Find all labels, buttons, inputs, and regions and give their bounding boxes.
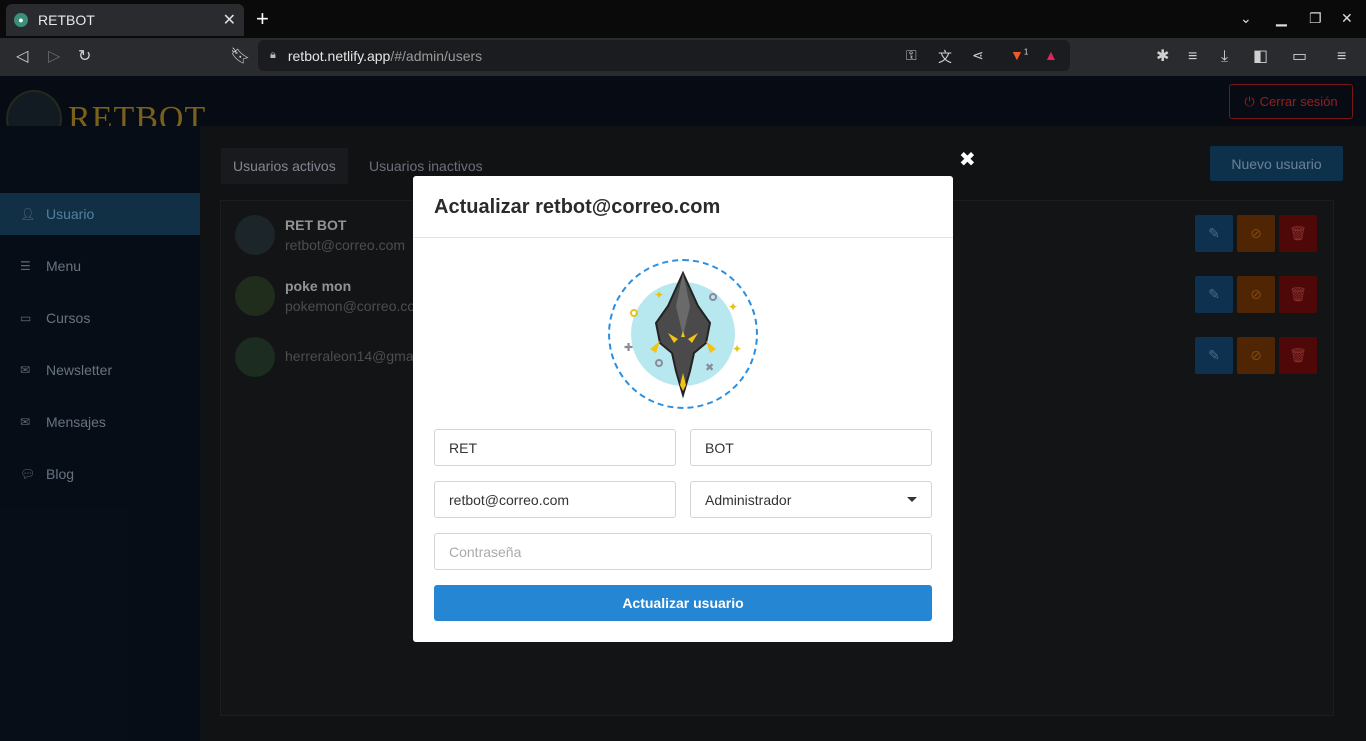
brave-shields-icon[interactable]: ▼1 — [1010, 47, 1028, 63]
chevron-down-icon — [907, 497, 917, 502]
modal-header: Actualizar retbot@correo.com — [413, 176, 953, 238]
playlist-icon[interactable]: ≡ — [1188, 47, 1197, 67]
reload-icon[interactable]: ↻ — [78, 47, 91, 67]
window-close-icon[interactable]: ✕ — [1341, 10, 1353, 27]
back-icon[interactable]: ◁ — [16, 47, 28, 67]
url-path: /#/admin/users — [390, 47, 483, 64]
close-icon[interactable]: ✖ — [959, 147, 976, 172]
close-tab-icon[interactable]: ✕ — [223, 10, 236, 30]
svg-text:✦: ✦ — [728, 300, 738, 314]
maximize-icon[interactable]: ❐ — [1309, 10, 1322, 27]
bookmark-icon[interactable]: 🔖︎ — [230, 47, 250, 67]
minimize-icon[interactable]: ▁ — [1276, 10, 1287, 27]
key-icon[interactable]: ⚿ — [906, 47, 917, 64]
browser-tabbar: ● RETBOT ✕ + ⌄ ▁ ❐ ✕ — [0, 0, 1366, 38]
modal-title: Actualizar retbot@correo.com — [434, 196, 721, 218]
first-name-field[interactable]: RET — [434, 429, 676, 466]
svg-text:✚: ✚ — [624, 342, 633, 354]
browser-tab[interactable]: ● RETBOT ✕ — [6, 4, 244, 36]
favicon-icon: ● — [14, 13, 28, 27]
wallet-icon[interactable]: ▭ — [1292, 47, 1307, 67]
last-name-field[interactable]: BOT — [690, 429, 932, 466]
address-bar[interactable]: 🔒︎ retbot.netlify.app/#/admin/users ⚿ 文 … — [258, 40, 1070, 71]
role-select[interactable]: Administrador — [690, 481, 932, 518]
edit-user-modal: Actualizar retbot@correo.com ✦ ✦ ✦ ✚ ✖ R… — [413, 176, 953, 642]
url-host: retbot.netlify.app — [287, 47, 391, 64]
svg-text:✦: ✦ — [654, 288, 664, 302]
tab-title: RETBOT — [38, 12, 95, 28]
extensions-icon[interactable]: ✱ — [1156, 47, 1169, 67]
robot-avatar-icon: ✦ ✦ ✦ ✚ ✖ — [624, 270, 742, 399]
avatar-upload[interactable]: ✦ ✦ ✦ ✚ ✖ — [608, 259, 758, 409]
tab-search-icon[interactable]: ⌄ — [1240, 10, 1252, 27]
email-field[interactable]: retbot@correo.com — [434, 481, 676, 518]
svg-text:✖: ✖ — [705, 362, 714, 374]
new-tab-icon[interactable]: + — [256, 8, 269, 30]
download-icon[interactable]: ⤓ — [1221, 47, 1228, 67]
share-icon[interactable]: ⋖ — [972, 47, 984, 64]
password-field[interactable]: Contraseña — [434, 533, 932, 570]
role-select-value: Administrador — [705, 491, 792, 508]
shields-badge: 1 — [1023, 47, 1029, 57]
svg-text:✦: ✦ — [732, 342, 742, 356]
update-user-button[interactable]: Actualizar usuario — [434, 585, 932, 621]
brave-rewards-icon[interactable]: ▲ — [1044, 47, 1058, 63]
lock-icon: 🔒︎ — [270, 49, 276, 61]
forward-icon[interactable]: ▷ — [48, 47, 60, 67]
browser-menu-icon[interactable]: ≡ — [1337, 47, 1346, 67]
translate-icon[interactable]: 文 — [938, 47, 952, 67]
sidebar-toggle-icon[interactable]: ◧ — [1253, 47, 1268, 67]
